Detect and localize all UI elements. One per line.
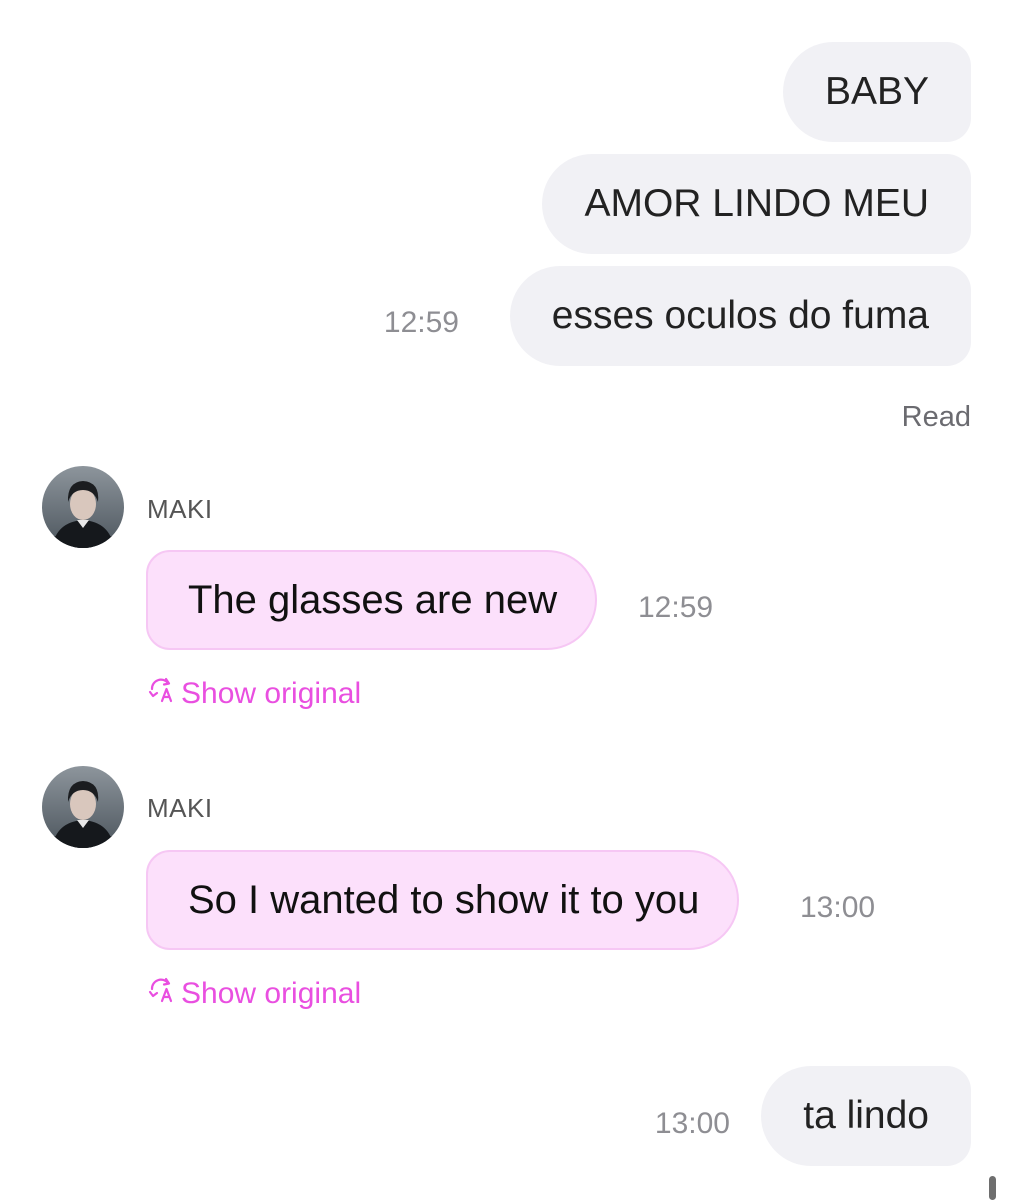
show-original-label: Show original [181,977,362,1010]
outgoing-message-bubble[interactable]: BABY [782,42,971,142]
outgoing-message-bubble[interactable]: esses oculos do fuma [509,266,971,366]
translate-icon [146,675,181,713]
sender-name: MAKI [147,793,213,823]
translate-icon [146,975,181,1013]
incoming-message-bubble[interactable]: So I wanted to show it to you [146,850,740,950]
avatar[interactable] [42,766,124,848]
message-timestamp: 12:59 [383,306,459,339]
avatar[interactable] [42,466,124,548]
scrollbar[interactable] [989,1176,996,1200]
incoming-message-bubble[interactable]: The glasses are new [146,550,598,650]
message-timestamp: 13:00 [654,1107,730,1140]
show-original-link[interactable]: Show original [146,976,361,1012]
read-receipt: Read [901,401,971,433]
message-timestamp: 12:59 [638,591,714,624]
show-original-label: Show original [181,677,362,710]
outgoing-message-bubble[interactable]: ta lindo [761,1066,971,1166]
show-original-link[interactable]: Show original [146,676,361,712]
message-timestamp: 13:00 [800,891,876,924]
outgoing-message-bubble[interactable]: AMOR LINDO MEU [542,154,971,254]
sender-name: MAKI [147,494,213,524]
